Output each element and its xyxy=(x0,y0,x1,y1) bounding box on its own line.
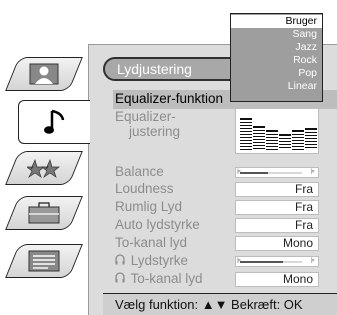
person-icon xyxy=(29,63,59,85)
menu-item-equalizer-function[interactable]: Equalizer-funktion xyxy=(115,91,223,106)
preset-option[interactable]: Jazz xyxy=(231,41,322,54)
help-bar: Vælg funktion: ▲▼ Bekræft: OK xyxy=(103,293,337,315)
equalizer-band-bar xyxy=(253,126,265,150)
menu-item-label-cont: justering xyxy=(129,124,181,139)
menu-item-label: Lydstyrke xyxy=(130,253,189,268)
equalizer-preview xyxy=(235,108,319,154)
menu-item-label: Equalizer-funktion xyxy=(115,91,224,106)
menu-item-dual-sound[interactable]: To-kanal lyd xyxy=(115,235,187,250)
menu-item-label: Equalizer- xyxy=(115,109,176,124)
music-note-icon xyxy=(43,107,66,137)
tab-setup[interactable] xyxy=(5,196,83,230)
menu-item-label: Rumlig Lyd xyxy=(115,199,183,214)
menu-item-headphone-volume[interactable]: Lydstyrke xyxy=(115,253,188,268)
equalizer-preset-dropdown[interactable]: Bruger Sang Jazz Rock Pop Linear xyxy=(230,13,323,102)
menu-item-equalizer-adjust[interactable]: Equalizer- justering xyxy=(115,109,180,139)
slider-max-mark: ⊧ xyxy=(310,256,315,265)
headphone-volume-fill xyxy=(240,261,284,263)
stars-icon xyxy=(27,158,61,178)
menu-item-label: To-kanal lyd xyxy=(115,235,188,250)
menu-item-balance[interactable]: Balance xyxy=(115,164,164,179)
preset-option[interactable]: Bruger xyxy=(231,15,322,28)
headphone-volume-slider[interactable]: ⊧ ⊧ xyxy=(235,256,319,267)
preset-option[interactable]: Linear xyxy=(231,80,322,93)
menu-item-auto-volume[interactable]: Auto lydstyrke xyxy=(115,217,200,232)
briefcase-icon xyxy=(28,202,60,224)
surround-value[interactable]: Fra xyxy=(235,200,319,215)
loudness-value[interactable]: Fra xyxy=(235,182,319,197)
headphones-icon xyxy=(115,253,127,268)
equalizer-band-bar xyxy=(292,130,304,150)
menu-item-label: Balance xyxy=(115,164,164,179)
menu-item-surround[interactable]: Rumlig Lyd xyxy=(115,199,182,214)
document-icon xyxy=(28,250,60,272)
slider-max-mark: ⊧ xyxy=(310,167,315,176)
balance-slider[interactable]: ⊧ ⊧ xyxy=(235,167,319,178)
headphones-icon xyxy=(115,271,127,286)
equalizer-band-bar xyxy=(279,134,291,150)
menu-item-label: Loudness xyxy=(115,181,174,196)
menu-item-headphone-dual-sound[interactable]: To-kanal lyd xyxy=(115,271,203,286)
dual-sound-value[interactable]: Mono xyxy=(235,236,319,251)
preset-option[interactable]: Rock xyxy=(231,54,322,67)
equalizer-band-bar xyxy=(240,118,252,150)
auto-volume-value[interactable]: Fra xyxy=(235,218,319,233)
equalizer-band-bar xyxy=(305,128,317,150)
preset-option[interactable]: Pop xyxy=(231,67,322,80)
equalizer-band-bar xyxy=(266,130,278,150)
tab-sound[interactable] xyxy=(18,100,90,144)
preset-option[interactable]: Sang xyxy=(231,28,322,41)
menu-item-loudness[interactable]: Loudness xyxy=(115,181,174,196)
menu-item-label: To-kanal lyd xyxy=(130,271,203,286)
tab-person[interactable] xyxy=(5,57,83,91)
menu-item-label: Auto lydstyrke xyxy=(115,217,200,232)
tab-info[interactable] xyxy=(5,244,83,278)
headphone-dual-sound-value[interactable]: Mono xyxy=(235,272,319,287)
tab-features[interactable] xyxy=(5,151,83,185)
balance-slider-fill xyxy=(240,172,268,174)
